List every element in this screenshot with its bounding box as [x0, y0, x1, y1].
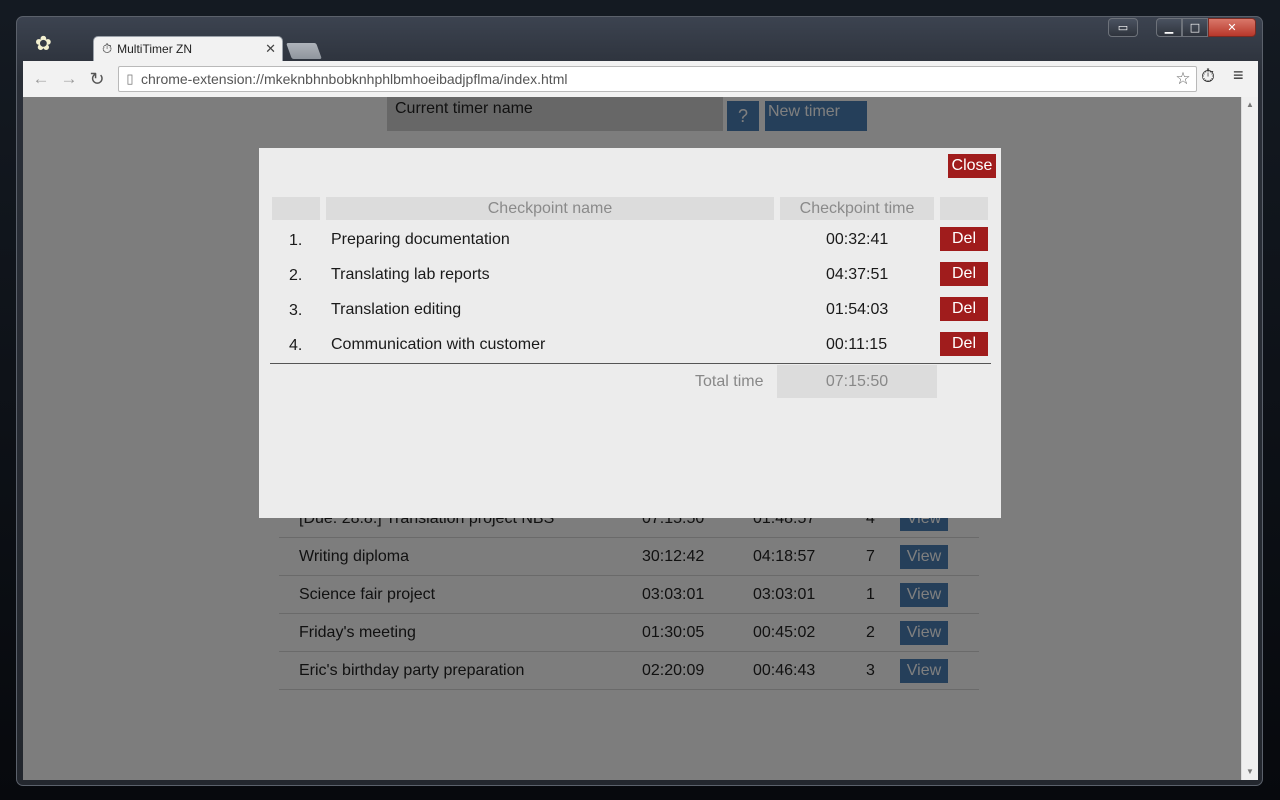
- checkpoint-row: 1. Preparing documentation 00:32:41 Del: [259, 223, 1001, 258]
- total-time-label: Total time: [695, 373, 764, 390]
- header-number-cell: [272, 197, 320, 220]
- daisy-logo-icon: ✿: [35, 33, 52, 55]
- checkpoint-name: Translation editing: [331, 301, 462, 318]
- delete-button[interactable]: Del: [940, 332, 988, 356]
- checkpoint-row: 2. Translating lab reports 04:37:51 Del: [259, 258, 1001, 293]
- checkpoint-name: Communication with customer: [331, 336, 546, 353]
- tab-close-icon[interactable]: ✕: [265, 41, 276, 57]
- delete-button[interactable]: Del: [940, 227, 988, 251]
- header-action-cell: [940, 197, 988, 220]
- checkpoint-time: 01:54:03: [826, 301, 889, 318]
- vertical-scrollbar[interactable]: ▲ ▼: [1241, 97, 1258, 780]
- checkpoint-number: 3.: [289, 302, 303, 319]
- header-checkpoint-time: Checkpoint time: [780, 197, 934, 220]
- back-icon[interactable]: ←: [27, 69, 55, 89]
- new-tab-button[interactable]: [286, 43, 322, 59]
- total-divider: [270, 363, 991, 364]
- reload-icon[interactable]: ↻: [83, 69, 111, 90]
- checkpoint-time: 00:32:41: [826, 231, 889, 248]
- checkpoint-name: Translating lab reports: [331, 266, 490, 283]
- maximize-button[interactable]: □: [1182, 18, 1208, 37]
- window-controls: ▭ ▁ □ ✕: [1108, 18, 1256, 37]
- checkpoint-name: Preparing documentation: [331, 231, 510, 248]
- checkpoints-modal: Close Checkpoint name Checkpoint time 1.…: [259, 148, 1001, 518]
- minimize-button[interactable]: ▁: [1156, 18, 1182, 37]
- checkpoint-time: 00:11:15: [826, 336, 888, 353]
- tab-title: MultiTimer ZN: [117, 42, 193, 56]
- header-checkpoint-name: Checkpoint name: [326, 197, 774, 220]
- scroll-down-arrow-icon[interactable]: ▼: [1242, 764, 1258, 780]
- tab-multitimer[interactable]: ⏱ MultiTimer ZN ✕: [93, 36, 283, 61]
- checkpoint-row: 4. Communication with customer 00:11:15 …: [259, 328, 1001, 363]
- checkpoint-time: 04:37:51: [826, 266, 889, 283]
- delete-button[interactable]: Del: [940, 262, 988, 286]
- close-button[interactable]: Close: [948, 154, 996, 178]
- desktop: ▭ ▁ □ ✕ ✿ ⏱ MultiTimer ZN ✕ ← → ↻ ▯ chro…: [0, 0, 1280, 800]
- forward-icon[interactable]: →: [55, 69, 83, 89]
- bookmark-star-icon[interactable]: ☆: [1170, 69, 1196, 89]
- page-viewport: Current timer name ? New timer [Due: 28.…: [23, 97, 1258, 780]
- menu-icon[interactable]: ≡: [1233, 65, 1244, 86]
- browser-window: ▭ ▁ □ ✕ ✿ ⏱ MultiTimer ZN ✕ ← → ↻ ▯ chro…: [16, 16, 1263, 786]
- address-bar[interactable]: ▯ chrome-extension://mkeknbhnbobknhphlbm…: [118, 66, 1197, 92]
- url-text[interactable]: chrome-extension://mkeknbhnbobknhphlbmho…: [141, 71, 1170, 87]
- checkpoint-number: 1.: [289, 232, 303, 249]
- total-time-value: 07:15:50: [777, 365, 937, 398]
- checkpoint-row: 3. Translation editing 01:54:03 Del: [259, 293, 1001, 328]
- stopwatch-icon: ⏱: [102, 41, 113, 56]
- stopwatch-extension-icon[interactable]: ⏱: [1201, 66, 1215, 87]
- scroll-up-arrow-icon[interactable]: ▲: [1242, 97, 1258, 113]
- delete-button[interactable]: Del: [940, 297, 988, 321]
- page-icon: ▯: [126, 71, 134, 86]
- cast-icon[interactable]: ▭: [1108, 18, 1138, 37]
- checkpoint-number: 4.: [289, 337, 303, 354]
- browser-toolbar: ← → ↻ ▯ chrome-extension://mkeknbhnbobkn…: [23, 61, 1258, 97]
- checkpoint-number: 2.: [289, 267, 303, 284]
- window-close-button[interactable]: ✕: [1208, 18, 1256, 37]
- app-page: Current timer name ? New timer [Due: 28.…: [23, 97, 1241, 780]
